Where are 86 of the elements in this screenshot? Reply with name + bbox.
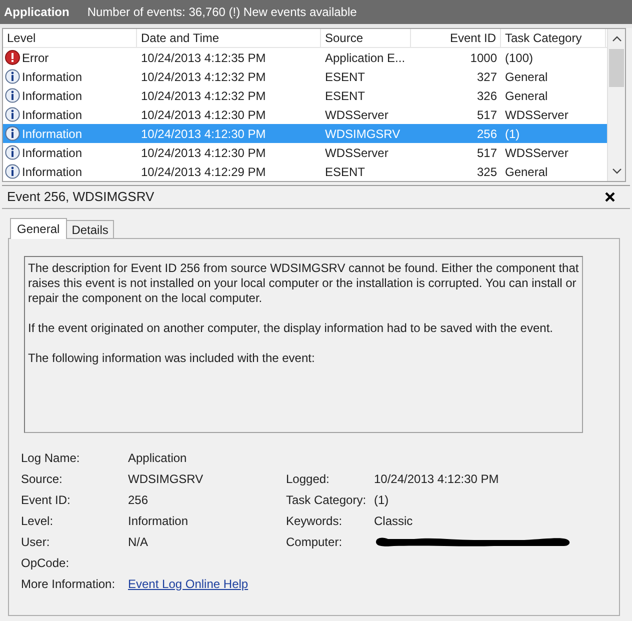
table-cell-text: (1) <box>504 126 521 142</box>
table-cell-text: WDSServer <box>504 144 570 162</box>
property-value: WDSIMGSRV <box>128 470 204 488</box>
scrollbar[interactable] <box>607 29 625 181</box>
table-cell-text: 10/24/2013 4:12:29 PM <box>140 164 267 180</box>
level-text: Information <box>22 126 82 142</box>
log-title: Application <box>4 4 70 21</box>
table-cell-text: 10/24/2013 4:12:32 PM <box>140 88 267 104</box>
event-row[interactable]: Error 10/24/2013 4:12:35 PM Application E... 1000 (100) <box>3 48 607 67</box>
property-label: Log Name: <box>21 450 81 466</box>
property-label: More Information: <box>21 576 116 592</box>
table-cell-text: Application E... <box>324 50 406 66</box>
table-cell-text: 1000 <box>469 50 498 66</box>
close-icon[interactable] <box>605 192 615 202</box>
table-cell-text: 327 <box>476 68 498 86</box>
property-value: 256 <box>128 492 150 508</box>
property-value: Application <box>128 450 188 466</box>
property-value: Classic <box>374 512 414 530</box>
tab[interactable]: General <box>10 218 67 239</box>
event-row[interactable]: Information 10/24/2013 4:12:30 PM WDSServer 517 WDSServer <box>3 143 607 162</box>
level-text: Error <box>22 50 49 66</box>
table-cell-text: WDSServer <box>324 144 390 162</box>
table-cell-text: WDSServer <box>504 106 570 124</box>
property-label: Level: <box>21 512 54 530</box>
property-label: User: <box>21 534 51 550</box>
property-label: Source: <box>21 470 64 488</box>
column-header[interactable]: Task Category <box>501 29 606 47</box>
tab[interactable]: Details <box>66 220 114 238</box>
table-cell-text: WDSServer <box>324 106 390 124</box>
property-label: OpCode: <box>21 554 70 572</box>
info-icon <box>5 88 20 103</box>
table-cell-text: 10/24/2013 4:12:30 PM <box>140 144 267 162</box>
level-text: Information <box>22 164 82 180</box>
level-text: Information <box>22 144 82 162</box>
info-icon <box>5 145 20 160</box>
level-text: Information <box>22 106 82 124</box>
table-cell-text: 10/24/2013 4:12:35 PM <box>140 50 267 66</box>
column-header[interactable]: Event ID <box>411 29 501 47</box>
table-cell-text: 10/24/2013 4:12:30 PM <box>140 106 267 124</box>
column-header[interactable]: Level <box>3 29 137 47</box>
info-icon <box>5 164 20 179</box>
table-cell-text: 517 <box>476 106 498 124</box>
column-header[interactable]: Date and Time <box>137 29 321 47</box>
event-count-text: Number of events: 36,760 (!) New events available <box>87 4 357 21</box>
table-cell-text: General <box>504 88 549 104</box>
table-cell-text: 326 <box>476 88 498 104</box>
scroll-thumb[interactable] <box>609 49 624 87</box>
property-value: 10/24/2013 4:12:30 PM <box>374 470 500 488</box>
table-cell-text: ESENT <box>324 68 366 86</box>
table-cell-text: WDSIMGSRV <box>324 126 402 142</box>
table-cell-text: General <box>504 68 549 86</box>
table-cell-text: 517 <box>476 144 498 162</box>
event-row[interactable]: Information 10/24/2013 4:12:29 PM ESENT 325 General <box>3 162 607 181</box>
info-icon <box>5 126 20 141</box>
description-paragraph: The following information was included with the event: <box>28 351 316 366</box>
property-value: (1) <box>374 492 390 508</box>
table-cell-text: General <box>504 164 549 180</box>
online-help-link[interactable]: Event Log Online Help <box>128 574 248 592</box>
column-header[interactable]: Source <box>321 29 411 47</box>
scroll-down-icon[interactable] <box>612 167 622 175</box>
description-paragraph: The description for Event ID 256 from source WDSIMGSRV cannot be found. Either the component that raises this event is not installed on your local computer or the installation is corrupted. You can install or repair the component on the local computer. <box>28 261 579 306</box>
level-text: Information <box>22 68 82 86</box>
table-cell-text: ESENT <box>324 88 366 104</box>
event-detail-title: Event 256, WDSIMGSRV <box>7 188 154 206</box>
event-row[interactable]: Information 10/24/2013 4:12:32 PM ESENT 327 General <box>3 67 607 86</box>
property-label: Logged: <box>286 470 330 488</box>
property-label: Computer: <box>286 534 344 550</box>
event-row[interactable]: Information 10/24/2013 4:12:32 PM ESENT 326 General <box>3 86 607 105</box>
info-icon <box>5 107 20 122</box>
description-paragraph: If the event originated on another computer, the display information had to be saved with the event. <box>28 321 554 336</box>
table-cell-text: ESENT <box>324 164 366 180</box>
table-cell-text: 10/24/2013 4:12:30 PM <box>140 126 267 142</box>
property-label: Event ID: <box>21 492 72 508</box>
level-text: Information <box>22 88 82 104</box>
property-label: Keywords: <box>286 512 344 530</box>
table-cell-text: (100) <box>504 50 534 66</box>
property-value: N/A <box>128 534 150 550</box>
scroll-up-icon[interactable] <box>612 35 622 43</box>
table-cell-text: 325 <box>476 164 498 180</box>
table-cell-text: 10/24/2013 4:12:32 PM <box>140 68 267 86</box>
property-label: Task Category: <box>286 492 368 508</box>
property-value: Information <box>128 512 190 530</box>
event-row[interactable]: Information 10/24/2013 4:12:30 PM WDSServer 517 WDSServer <box>3 105 607 124</box>
table-cell-text: 256 <box>476 126 498 142</box>
error-icon <box>5 50 20 65</box>
info-icon <box>5 69 20 84</box>
